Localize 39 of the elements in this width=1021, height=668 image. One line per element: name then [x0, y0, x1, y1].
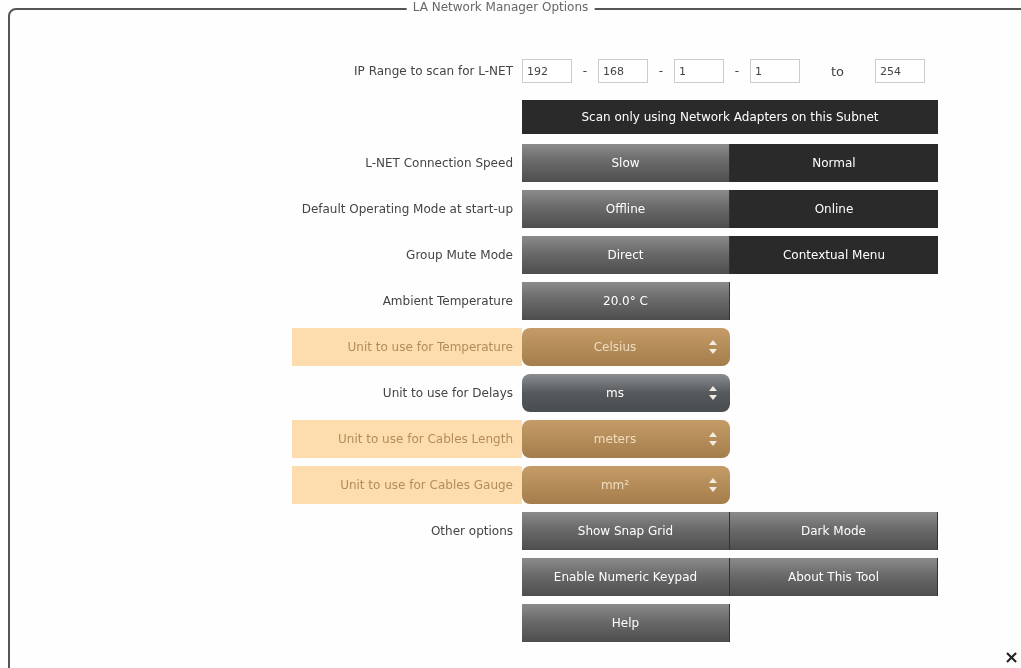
- segment-option[interactable]: Contextual Menu: [730, 236, 938, 274]
- temperature-value-button[interactable]: 20.0° C: [522, 282, 730, 320]
- option-label: Unit to use for Delays: [382, 386, 513, 400]
- option-button[interactable]: Enable Numeric Keypad: [522, 558, 730, 596]
- segment-option[interactable]: Direct: [522, 236, 730, 274]
- separator: -: [733, 64, 741, 78]
- option-button[interactable]: Help: [522, 604, 730, 642]
- option-label: Group Mute Mode: [406, 248, 513, 262]
- option-label: IP Range to scan for L-NET: [354, 64, 513, 78]
- option-label: Unit to use for Temperature: [347, 340, 513, 354]
- option-label: Unit to use for Cables Length: [338, 432, 513, 446]
- up-down-arrows-icon: [708, 339, 718, 355]
- option-label: Unit to use for Cables Gauge: [340, 478, 513, 492]
- option-button[interactable]: About This Tool: [730, 558, 938, 596]
- segment-option[interactable]: Offline: [522, 190, 730, 228]
- segment-option[interactable]: Slow: [522, 144, 730, 182]
- ip-end-field[interactable]: 254: [875, 59, 925, 83]
- option-button[interactable]: Show Snap Grid: [522, 512, 730, 550]
- segment-option[interactable]: Online: [730, 190, 938, 228]
- ip-octet-field[interactable]: 1: [674, 59, 724, 83]
- separator: -: [657, 64, 665, 78]
- close-button[interactable]: ×: [1003, 648, 1019, 666]
- up-down-arrows-icon: [708, 477, 718, 493]
- separator: -: [581, 64, 589, 78]
- option-label: Default Operating Mode at start-up: [301, 202, 513, 216]
- panel-title: LA Network Manager Options: [406, 0, 595, 14]
- up-down-arrows-icon: [708, 385, 718, 401]
- option-label: Ambient Temperature: [382, 294, 513, 308]
- unit-select[interactable]: ms: [522, 374, 730, 412]
- ip-octet-field[interactable]: 192: [522, 59, 572, 83]
- ip-octet-field[interactable]: 1: [750, 59, 800, 83]
- option-label: Other options: [430, 524, 513, 538]
- up-down-arrows-icon: [708, 431, 718, 447]
- option-button[interactable]: Dark Mode: [730, 512, 938, 550]
- segment-option[interactable]: Normal: [730, 144, 938, 182]
- option-label: L-NET Connection Speed: [365, 156, 513, 170]
- ip-octet-field[interactable]: 168: [598, 59, 648, 83]
- to-label: to: [829, 63, 846, 79]
- scan-subnet-toggle[interactable]: Scan only using Network Adapters on this Subnet: [522, 100, 938, 134]
